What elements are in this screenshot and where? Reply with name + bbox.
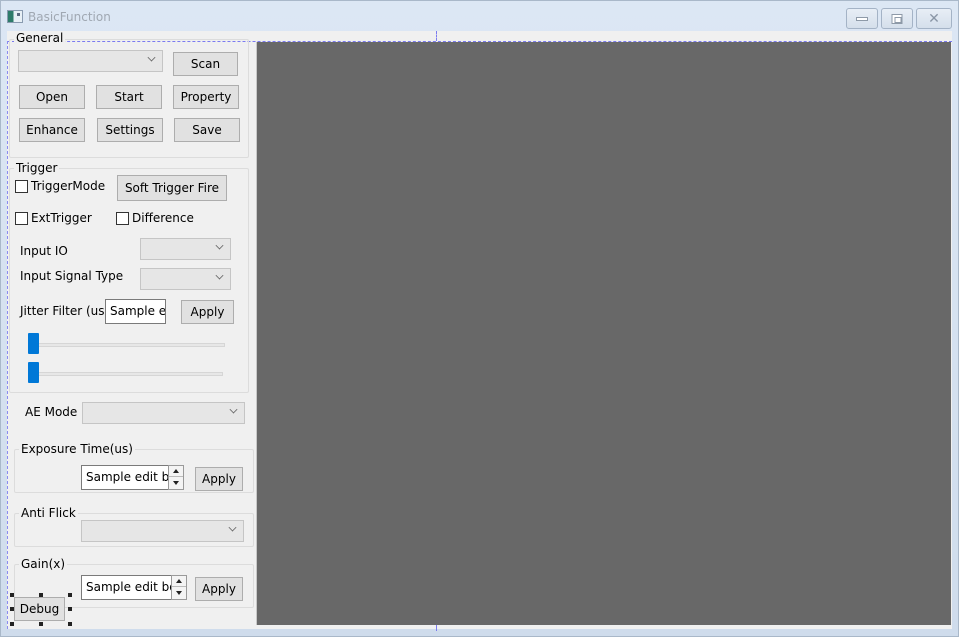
spin-down-icon[interactable]	[172, 588, 186, 599]
soft-trigger-fire-button[interactable]: Soft Trigger Fire	[117, 175, 227, 201]
window-title: BasicFunction	[28, 10, 111, 24]
jitter-filter-input[interactable]: Sample ec	[105, 299, 166, 324]
ae-mode-combo[interactable]	[82, 402, 245, 424]
gain-apply-button[interactable]: Apply	[195, 577, 243, 601]
difference-checkbox[interactable]: Difference	[116, 211, 194, 225]
chevron-down-icon	[147, 53, 156, 62]
spin-down-icon[interactable]	[169, 478, 183, 489]
general-group-label: General	[14, 31, 66, 45]
selection-handle[interactable]	[39, 622, 43, 626]
chevron-down-icon	[215, 241, 224, 250]
open-button[interactable]: Open	[19, 85, 85, 109]
exposure-spin[interactable]	[168, 465, 184, 490]
design-guide-center-top	[436, 31, 437, 41]
input-io-combo[interactable]	[140, 238, 231, 260]
design-guide-center-bottom	[436, 625, 437, 631]
maximize-icon	[891, 13, 903, 24]
client-area: General Scan Open Start Property Enhance…	[7, 31, 952, 631]
spin-up-icon[interactable]	[169, 466, 183, 477]
difference-label: Difference	[132, 211, 194, 225]
gain-spin[interactable]	[171, 575, 187, 600]
selection-handle[interactable]	[10, 607, 14, 611]
minimize-icon	[856, 16, 868, 21]
selection-handle[interactable]	[39, 593, 43, 597]
property-button[interactable]: Property	[173, 85, 239, 109]
device-combo[interactable]	[18, 50, 163, 72]
anti-flick-group-label: Anti Flick	[19, 506, 78, 520]
exposure-input[interactable]: Sample edit box	[81, 465, 169, 490]
slider-thumb[interactable]	[28, 333, 39, 354]
close-icon: ✕	[928, 10, 940, 27]
trigger-slider-2[interactable]	[28, 362, 223, 384]
chevron-down-icon	[229, 405, 238, 414]
trigger-slider-1[interactable]	[28, 333, 225, 355]
selection-handle[interactable]	[68, 593, 72, 597]
slider-thumb[interactable]	[28, 362, 39, 383]
trigger-group-label: Trigger	[14, 161, 60, 175]
save-button[interactable]: Save	[174, 118, 240, 142]
ext-trigger-box[interactable]	[15, 211, 28, 225]
selection-handle[interactable]	[68, 622, 72, 626]
ext-trigger-checkbox[interactable]: ExtTrigger	[15, 211, 92, 225]
gain-group-label: Gain(x)	[19, 557, 68, 571]
chevron-down-icon	[215, 271, 224, 280]
gain-input[interactable]: Sample edit box	[81, 575, 173, 600]
selection-handle[interactable]	[68, 607, 72, 611]
trigger-mode-checkbox[interactable]: TriggerMode	[15, 179, 105, 193]
start-button[interactable]: Start	[96, 85, 162, 109]
ext-trigger-label: ExtTrigger	[31, 211, 92, 225]
chevron-down-icon	[228, 523, 237, 532]
difference-box[interactable]	[116, 211, 129, 225]
jitter-filter-apply-button[interactable]: Apply	[181, 300, 234, 324]
scan-button[interactable]: Scan	[173, 52, 238, 76]
exposure-apply-button[interactable]: Apply	[195, 467, 243, 491]
exposure-group-label: Exposure Time(us)	[19, 442, 135, 456]
title-bar[interactable]: BasicFunction ✕	[1, 1, 958, 31]
input-signal-type-label: Input Signal Type	[20, 269, 124, 283]
settings-button[interactable]: Settings	[97, 118, 163, 142]
jitter-filter-label: Jitter Filter (us)	[20, 304, 110, 318]
debug-button[interactable]: Debug	[14, 597, 65, 621]
app-window-icon	[7, 10, 23, 23]
anti-flick-combo[interactable]	[81, 520, 244, 542]
slider-track	[28, 343, 225, 347]
input-signal-type-combo[interactable]	[140, 268, 231, 290]
slider-track	[28, 372, 223, 376]
app-window: BasicFunction ✕ General Scan Open Start …	[0, 0, 959, 637]
ae-mode-label: AE Mode	[25, 405, 78, 419]
maximize-button[interactable]	[881, 8, 913, 29]
design-guide-left	[7, 41, 8, 629]
minimize-button[interactable]	[846, 8, 878, 29]
selection-handle[interactable]	[10, 593, 14, 597]
enhance-button[interactable]: Enhance	[19, 118, 85, 142]
input-io-label: Input IO	[20, 244, 68, 258]
video-display[interactable]	[256, 42, 951, 625]
spin-up-icon[interactable]	[172, 576, 186, 587]
close-button[interactable]: ✕	[916, 8, 952, 29]
selection-handle[interactable]	[10, 622, 14, 626]
trigger-mode-label: TriggerMode	[31, 179, 106, 193]
trigger-mode-box[interactable]	[15, 179, 28, 193]
